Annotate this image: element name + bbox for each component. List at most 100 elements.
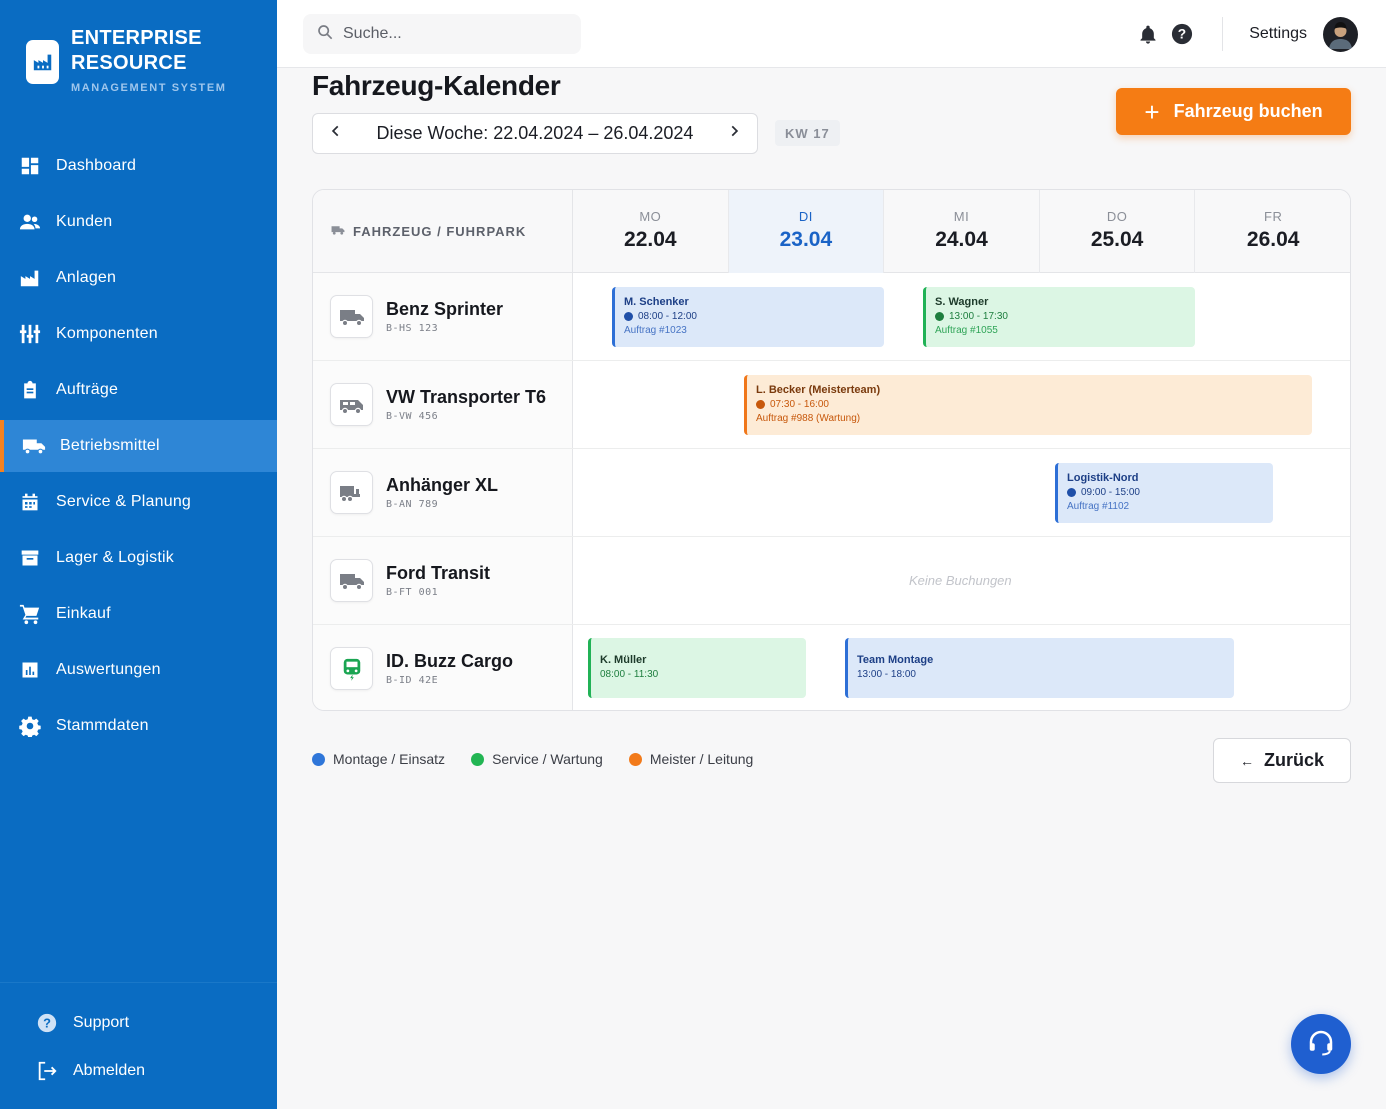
vehicle-cell[interactable]: ID. Buzz Cargo B-ID 42E (313, 625, 573, 710)
chevron-left-icon[interactable] (329, 124, 343, 143)
booking-card[interactable]: M. Schenker 08:00 - 12:00 Auftrag #1023 (612, 287, 884, 347)
sidebar-item-label: Abmelden (73, 1062, 146, 1079)
chart-icon (18, 658, 42, 682)
legend-dot-green (471, 752, 485, 766)
booking-card[interactable]: S. Wagner 13:00 - 17:30 Auftrag #1055 (923, 287, 1195, 347)
vehicle-name: Benz Sprinter (386, 299, 504, 319)
sidebar-item-label: Kunden (56, 213, 113, 230)
brand-line-1: ENTERPRISE (71, 27, 202, 49)
sidebar-item-anlagen[interactable]: Anlagen (0, 250, 277, 306)
sidebar-item-auswertungen[interactable]: Auswertungen (0, 642, 277, 698)
archive-icon (18, 546, 42, 570)
sidebar-item-lager-logistik[interactable]: Lager & Logistik (0, 530, 277, 586)
day-date: 26.04 (1246, 228, 1300, 251)
sidebar-item-label: Auswertungen (56, 661, 161, 678)
vehicle-plate: B-FT 001 (386, 587, 439, 598)
sidebar-item-service-planung[interactable]: Service & Planung (0, 474, 277, 530)
day-date: 23.04 (779, 228, 833, 251)
van-icon (330, 383, 373, 426)
vehicle-cell[interactable]: VW Transporter T6 B-VW 456 (313, 361, 573, 448)
week-navigator: Diese Woche: 22.04.2024 – 26.04.2024 (312, 113, 758, 154)
no-bookings-label: Keine Buchungen (909, 573, 1012, 588)
day-header-fr: FR 26.04 (1195, 190, 1350, 273)
legend-item: Meister / Leitung (628, 751, 754, 767)
sidebar-item-support[interactable]: ? Support (0, 999, 277, 1047)
vehicle-name: Anhänger XL (386, 475, 499, 495)
help-icon[interactable]: ? (1170, 22, 1194, 46)
legend-dot-blue (312, 752, 325, 766)
day-header-do: DO 25.04 (1040, 190, 1196, 273)
calendar-header: FAHRZEUG / FUHRPARK MO 22.04 DI 23.04 MI… (313, 190, 1350, 273)
cart-icon (18, 602, 42, 626)
legend-dot-orange (628, 752, 642, 766)
sidebar-item-einkauf[interactable]: Einkauf (0, 586, 277, 642)
users-icon (18, 210, 42, 234)
vehicle-row: Benz Sprinter B-HS 123 M. Schenker 08:00… (313, 273, 1350, 361)
sidebar-item-label: Stammdaten (56, 717, 149, 734)
booking-card[interactable]: L. Becker (Meisterteam) 07:30 - 16:00 Au… (744, 375, 1312, 435)
clock-icon (756, 400, 765, 409)
back-label: Zurück (1263, 750, 1324, 770)
sidebar-item-label: Aufträge (56, 381, 119, 398)
clock-icon (1067, 488, 1076, 497)
vehicle-name: Ford Transit (386, 563, 491, 583)
arrow-left-icon: ← (1239, 752, 1254, 769)
vehicle-name: VW Transporter T6 (386, 387, 547, 407)
settings-link[interactable]: Settings (1249, 25, 1307, 43)
sidebar-item-abmelden[interactable]: Abmelden (0, 1047, 277, 1095)
vehicle-cell[interactable]: Anhänger XL B-AN 789 (313, 449, 573, 536)
back-button[interactable]: ← Zurück (1213, 738, 1351, 783)
sidebar-item-label: Betriebsmittel (60, 437, 160, 454)
legend-label: Meister / Leitung (649, 751, 754, 767)
booking-order: Auftrag #1023 (624, 325, 687, 336)
chevron-right-icon[interactable] (727, 124, 741, 143)
vehicle-row: VW Transporter T6 B-VW 456 L. Becker (Me… (313, 361, 1350, 449)
booking-card[interactable]: Team Montage 13:00 - 18:00 (845, 638, 1234, 698)
vehicle-name: ID. Buzz Cargo (386, 651, 514, 671)
booking-order: Auftrag #1055 (935, 325, 998, 336)
sidebar-item-betriebsmittel[interactable]: Betriebsmittel (0, 420, 277, 472)
booking-card[interactable]: Logistik-Nord 09:00 - 15:00 Auftrag #110… (1055, 463, 1273, 523)
vehicle-row: Ford Transit B-FT 001 Keine Buchungen (313, 537, 1350, 625)
day-date: 25.04 (1090, 228, 1144, 251)
vehicle-cell[interactable]: Ford Transit B-FT 001 (313, 537, 573, 624)
legend: Montage / Einsatz Service / Wartung Meis… (312, 751, 779, 767)
trailer-icon (330, 471, 373, 514)
clock-icon (624, 312, 633, 321)
sidebar-item-komponenten[interactable]: Komponenten (0, 306, 277, 362)
plus-icon: + (1144, 96, 1160, 127)
headset-icon (1306, 1027, 1336, 1062)
booking-card[interactable]: K. Müller 08:00 - 11:30 (588, 638, 806, 698)
booking-person: M. Schenker (624, 296, 689, 308)
legend-item: Service / Wartung (471, 751, 603, 767)
brand[interactable]: ENTERPRISE RESOURCE MANAGEMENT SYSTEM (26, 26, 227, 94)
clipboard-icon (18, 378, 42, 402)
booking-time: 07:30 - 16:00 (756, 399, 1312, 410)
brand-line-2: RESOURCE (71, 52, 187, 74)
sidebar-item-auftraege[interactable]: Aufträge (0, 362, 277, 418)
logout-icon (35, 1059, 59, 1083)
vehicle-cell[interactable]: Benz Sprinter B-HS 123 (313, 273, 573, 360)
sidebar-item-label: Support (73, 1014, 130, 1031)
booking-time-text: 08:00 - 12:00 (638, 311, 697, 322)
fleet-icon (331, 224, 345, 239)
avatar[interactable] (1323, 16, 1358, 52)
sidebar-item-label: Einkauf (56, 605, 111, 622)
book-vehicle-button[interactable]: + Fahrzeug buchen (1116, 88, 1351, 135)
search-box[interactable] (303, 14, 581, 54)
search-input[interactable] (343, 25, 563, 43)
legend-label: Montage / Einsatz (333, 751, 446, 767)
svg-text:?: ? (1178, 27, 1186, 42)
sidebar-item-kunden[interactable]: Kunden (0, 194, 277, 250)
vehicle-row: Anhänger XL B-AN 789 Logistik-Nord 09:00… (313, 449, 1350, 537)
ev-bus-icon (330, 647, 373, 690)
sidebar-item-stammdaten[interactable]: Stammdaten (0, 698, 277, 754)
sidebar-item-dashboard[interactable]: Dashboard (0, 138, 277, 194)
vehicle-plate: B-AN 789 (386, 499, 439, 510)
support-chat-button[interactable] (1291, 1014, 1351, 1074)
truck-icon (330, 295, 373, 338)
topbar: ? Settings (277, 0, 1386, 68)
bell-icon[interactable] (1136, 22, 1160, 46)
topbar-actions: ? Settings (1136, 0, 1386, 68)
booking-order: Auftrag #1102 (1067, 501, 1130, 512)
